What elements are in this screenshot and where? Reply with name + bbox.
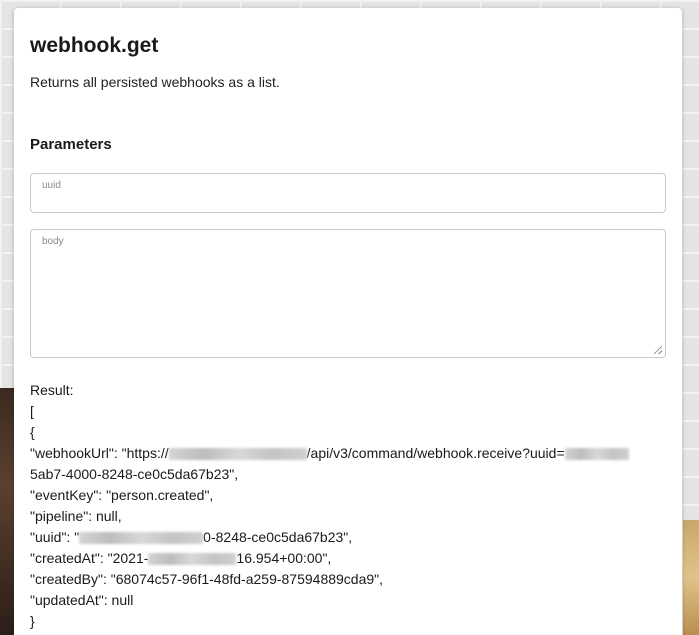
json-line-uuid: "uuid": " 0-8248-ce0c5da67b23",: [30, 527, 670, 548]
result-label: Result:: [30, 382, 74, 398]
json-webhookurl-path: /api/v3/command/webhook.receive?uuid=: [306, 445, 565, 461]
result-output: Result: [ { "webhookUrl": "https:// /api/…: [30, 380, 670, 632]
background-photo: [0, 388, 14, 635]
json-line-createdat: "createdAt": "2021- 16.954+00:00",: [30, 548, 670, 569]
redacted-uuid: [79, 532, 204, 545]
json-line-pipeline: "pipeline": null,: [30, 508, 122, 524]
doc-card: webhook.get Returns all persisted webhoo…: [14, 8, 682, 635]
json-webhookurl-key: "webhookUrl": "https://: [30, 445, 169, 461]
redacted-timestamp: [148, 553, 237, 566]
body-field[interactable]: body: [30, 229, 666, 358]
json-createdat-key: "createdAt": "2021-: [30, 550, 149, 566]
body-field-label: body: [42, 236, 64, 247]
parameters-heading: Parameters: [30, 136, 112, 153]
resize-handle-icon[interactable]: [654, 346, 662, 354]
uuid-field[interactable]: uuid: [30, 173, 666, 213]
json-uuid-tail: 0-8248-ce0c5da67b23",: [203, 529, 353, 545]
json-line-webhookurl: "webhookUrl": "https:// /api/v3/command/w…: [30, 443, 670, 464]
json-line-webhookurl-tail: 5ab7-4000-8248-ce0c5da67b23",: [30, 466, 239, 482]
background-photo-right: [683, 520, 699, 635]
json-line-eventkey: "eventKey": "person.created",: [30, 487, 214, 503]
method-description: Returns all persisted webhooks as a list…: [30, 74, 280, 90]
page-title: webhook.get: [30, 34, 159, 57]
json-uuid-key: "uuid": ": [30, 529, 80, 545]
body-textarea[interactable]: [41, 252, 655, 351]
json-line-createdby: "createdBy": "68074c57-96f1-48fd-a259-87…: [30, 571, 384, 587]
json-line-updatedat: "updatedAt": null: [30, 592, 134, 608]
json-open-brace: {: [30, 424, 35, 440]
uuid-input[interactable]: [41, 190, 655, 206]
json-open-bracket: [: [30, 403, 34, 419]
redacted-host: [168, 448, 307, 461]
redacted-uuid-prefix: [564, 448, 629, 461]
json-close-brace: }: [30, 613, 35, 629]
json-createdat-tail: 16.954+00:00",: [236, 550, 332, 566]
